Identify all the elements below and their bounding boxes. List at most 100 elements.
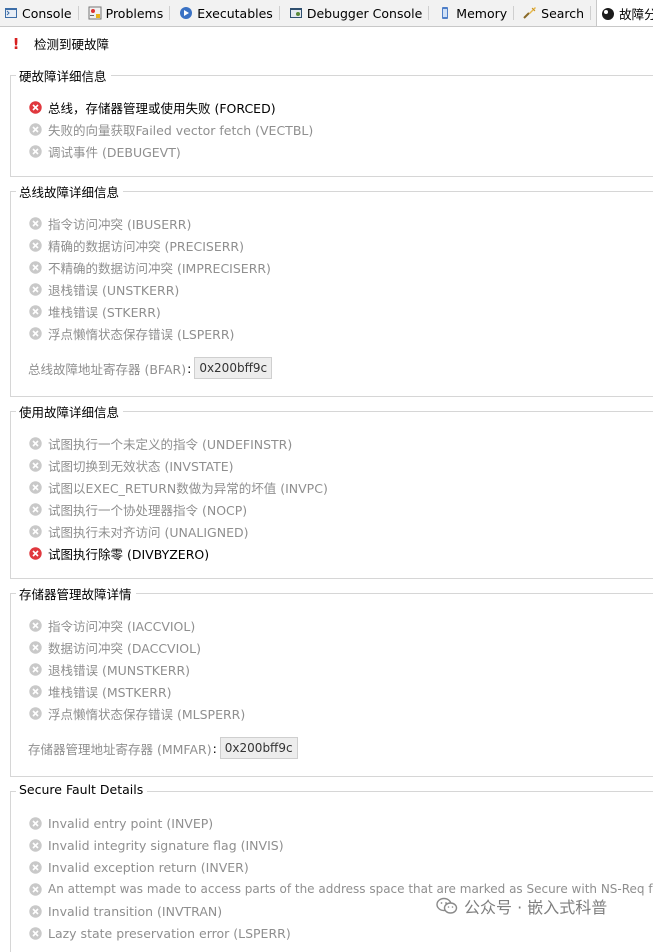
error-icon-disabled [29,838,42,852]
error-icon-disabled [29,260,42,274]
wechat-icon [436,897,458,914]
fault-item-label: Invalid integrity signature flag (INVIS) [48,837,284,853]
fault-item-label: Invalid transition (INVTRAN) [48,903,223,919]
fault-item-undefinstr: 试图执行一个未定义的指令 (UNDEFINSTR) [29,433,292,453]
tab-problems[interactable]: Problems [84,0,176,26]
error-icon-disabled [29,904,42,918]
fault-item-label: 试图执行未对齐访问 (UNALIGNED) [48,524,249,540]
hard-fault-alert: ! 检测到硬故障 [10,34,109,53]
search-icon [523,7,537,19]
error-icon-disabled [29,502,42,516]
group-usage-fault: 使用故障详细信息 试图执行一个未定义的指令 (UNDEFINSTR) 试图切换到… [10,402,653,579]
fault-item-stkerr: 堆栈错误 (STKERR) [29,301,161,321]
error-icon-disabled [29,706,42,720]
fault-item-daccviol: 数据访问冲突 (DACCVIOL) [29,637,201,657]
error-icon-disabled [29,216,42,230]
error-icon-disabled [29,122,42,136]
fault-item-label: 堆栈错误 (STKERR) [48,304,161,320]
mmfar-value[interactable]: 0x200bff9c [219,737,298,759]
fault-item-munstkerr: 退栈错误 (MUNSTKERR) [29,659,190,679]
fault-item-debugevt: 调试事件 (DEBUGEVT) [29,141,181,161]
error-icon-disabled [29,662,42,676]
error-icon-disabled [29,304,42,318]
error-icon [29,100,42,114]
tab-label: Problems [105,5,164,21]
fault-item-forced: 总线，存储器管理或使用失败 (FORCED) [29,97,276,117]
fault-item-invstate: 试图切换到无效状态 (INVSTATE) [29,455,234,475]
bfar-label: 总线故障地址寄存器 (BFAR) [28,361,187,377]
fault-item-mstkerr: 堆栈错误 (MSTKERR) [29,681,172,701]
error-icon-disabled [29,684,42,698]
group-secure-fault: Secure Fault Details Invalid entry point… [10,782,653,952]
group-mem-fault: 存储器管理故障详情 指令访问冲突 (IACCVIOL) 数据访问冲突 (DACC… [10,584,653,777]
fault-item-ibuserr: 指令访问冲突 (IBUSERR) [29,213,191,233]
error-icon-disabled [29,860,42,874]
fault-item-label: 试图执行除零 (DIVBYZERO) [48,546,210,562]
error-icon-disabled [29,480,42,494]
fault-item-label: 指令访问冲突 (IBUSERR) [48,216,192,232]
fault-item-label: Invalid exception return (INVER) [48,859,249,875]
memory-icon [442,7,449,19]
fault-item-label: 试图切换到无效状态 (INVSTATE) [48,458,234,474]
bfar-value[interactable]: 0x200bff9c [194,357,273,379]
tab-debugger-console[interactable]: Debugger Console [285,0,434,26]
tab-label: Search [541,5,585,21]
mmfar-row: 存储器管理地址寄存器 (MMFAR): 0x200bff9c [28,737,298,759]
debugger-console-icon [289,8,302,18]
error-icon-disabled [29,524,42,538]
fault-item-unaligned: 试图执行未对齐访问 (UNALIGNED) [29,521,249,541]
fault-analyzer-icon [602,7,615,20]
error-icon [29,546,42,560]
group-title: Secure Fault Details [16,782,148,797]
tab-label: Executables [197,5,273,21]
tab-label: Memory [456,5,508,21]
tab-label: Debugger Console [306,5,423,21]
tab-fault-analyzer[interactable]: 故障分析器 [596,0,653,26]
group-title: 使用故障详细信息 [16,402,124,421]
error-icon-disabled [29,458,42,472]
group-title: 硬故障详细信息 [16,66,111,85]
tab-executables[interactable]: Executables [175,0,285,26]
fault-item-unstkerr: 退栈错误 (UNSTKERR) [29,279,179,299]
fault-item-label: 退栈错误 (UNSTKERR) [48,282,180,298]
group-title: 总线故障详细信息 [16,182,124,201]
error-icon-disabled [29,326,42,340]
fault-item-lsperr: 浮点懒惰状态保存错误 (LSPERR) [29,323,234,343]
fault-item-invis: Invalid integrity signature flag (INVIS) [29,835,284,855]
fault-item-label: 不精确的数据访问冲突 (IMPRECISERR) [48,260,271,276]
fault-item-label: 总线，存储器管理或使用失败 (FORCED) [48,100,276,116]
fault-item-label: 试图执行一个未定义的指令 (UNDEFINSTR) [48,436,293,452]
fault-item-label: 调试事件 (DEBUGEVT) [48,144,181,160]
error-icon-disabled [29,882,42,896]
fault-item-label: 试图执行一个协处理器指令 (NOCP) [48,502,248,518]
group-bus-fault: 总线故障详细信息 指令访问冲突 (IBUSERR) 精确的数据访问冲突 (PRE… [10,182,653,397]
fault-item-mlsperr: 浮点懒惰状态保存错误 (MLSPERR) [29,703,245,723]
fault-item-impreciserr: 不精确的数据访问冲突 (IMPRECISERR) [29,257,271,277]
fault-item-label: 浮点懒惰状态保存错误 (MLSPERR) [48,706,246,722]
fault-item-label: 指令访问冲突 (IACCVIOL) [48,618,196,634]
fault-item-secure-lsperr: Lazy state preservation error (LSPERR) [29,923,291,943]
watermark-text: 公众号 · 嵌入式科普 [464,898,608,917]
error-icon-disabled [29,436,42,450]
fault-item-invtran: Invalid transition (INVTRAN) [29,901,222,921]
tab-search[interactable]: Search [519,0,596,26]
fault-item-label: 试图以EXEC_RETURN数做为异常的坏值 (INVPC) [48,480,328,496]
group-hard-fault: 硬故障详细信息 总线，存储器管理或使用失败 (FORCED) 失败的向量获取Fa… [10,66,653,177]
view-tab-bar: Console Problems Executables Debugger Co… [0,0,653,27]
tab-label: 故障分析器 [619,7,653,22]
error-icon-disabled [29,282,42,296]
fault-item-label: 数据访问冲突 (DACCVIOL) [48,640,201,656]
error-icon-disabled [29,238,42,252]
fault-item-label: 失败的向量获取Failed vector fetch (VECTBL) [48,122,314,138]
fault-item-label: 堆栈错误 (MSTKERR) [48,684,172,700]
tab-console[interactable]: Console [0,0,84,26]
mmfar-label: 存储器管理地址寄存器 (MMFAR) [28,741,212,757]
bfar-row: 总线故障地址寄存器 (BFAR): 0x200bff9c [28,357,273,379]
error-icon-disabled [29,816,42,830]
alert-text: 检测到硬故障 [34,37,110,52]
alert-icon: ! [12,34,20,53]
error-icon-disabled [29,144,42,158]
error-icon-disabled [29,926,42,940]
executables-icon [180,7,193,19]
tab-memory[interactable]: Memory [434,0,519,26]
